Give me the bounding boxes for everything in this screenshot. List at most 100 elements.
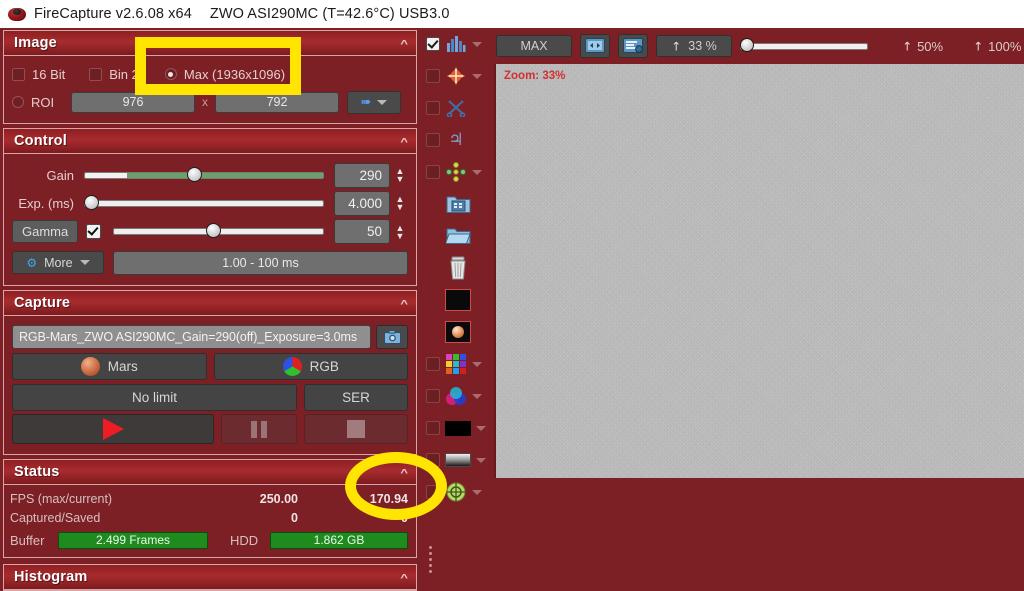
color-palette-icon[interactable] [445,353,467,375]
jupiter-icon[interactable]: ♃ [445,129,467,151]
chevron-up-icon[interactable]: ^ [400,38,408,48]
save-folder-icon[interactable] [445,192,471,216]
chevron-down-icon[interactable] [472,169,482,175]
align-toggle-checkbox[interactable] [426,69,440,83]
exposure-value-input[interactable]: 4.000 [334,190,390,216]
fps-current-value: 170.94 [369,491,408,506]
histogram-icon[interactable] [445,33,467,55]
tool-row-color-palette[interactable] [420,348,488,380]
focus-target-icon[interactable] [445,481,467,503]
exposure-spinner[interactable]: ▲ ▼ [392,191,408,216]
capture-limit-button[interactable]: No limit [12,383,297,411]
chevron-down-icon[interactable] [476,457,486,463]
target-object-button[interactable]: Mars [12,353,207,380]
control-panel-header[interactable]: Control ^ [4,129,416,154]
chevron-down-icon[interactable] [472,361,482,367]
roi-width-input[interactable]: 976 [71,91,195,113]
gradient-toggle-checkbox[interactable] [426,453,440,467]
chevron-up-icon[interactable]: ^ [400,572,408,582]
tool-row-jupiter[interactable]: ♃ [420,124,488,156]
gamma-button[interactable]: Gamma [12,220,79,243]
stop-button[interactable] [304,414,408,444]
chevron-up-icon[interactable]: ^ [400,467,408,477]
panel-resize-grip[interactable] [428,546,432,573]
chevron-down-icon[interactable] [472,393,482,399]
planet-preview-icon[interactable] [445,321,471,343]
tool-row-move[interactable] [420,156,488,188]
checkbox-bin2[interactable] [89,67,103,81]
jupiter-toggle-checkbox[interactable] [426,133,440,147]
scissors-icon[interactable] [445,97,467,119]
radio-max-resolution[interactable] [164,68,177,80]
gamma-slider[interactable] [113,223,324,238]
camera-preview-image[interactable]: Zoom: 33% [494,64,1024,478]
tool-row-planet-preview[interactable] [420,316,488,348]
pause-button[interactable] [221,414,297,444]
more-button[interactable]: ⚙ More [12,251,104,274]
black-level-toggle-checkbox[interactable] [426,421,440,435]
chevron-down-icon[interactable] [472,489,482,495]
buffer-bar: 2.499 Frames [58,531,208,549]
move-toggle-checkbox[interactable] [426,165,440,179]
chevron-up-icon[interactable]: ^ [400,136,408,146]
tool-row-gradient[interactable] [420,444,488,476]
fit-to-screen-icon[interactable] [580,34,610,58]
histogram-toggle-checkbox[interactable] [426,37,440,51]
chevron-down-icon[interactable] [476,425,486,431]
black-frame-icon[interactable] [445,289,471,311]
color-balance-icon[interactable] [445,385,467,407]
tool-row-trash[interactable] [420,252,488,284]
trash-icon[interactable] [445,255,471,281]
histogram-panel-header[interactable]: Histogram ^ [4,565,416,590]
zoom-level-button[interactable]: ↗ 33 % [656,35,732,57]
scissors-toggle-checkbox[interactable] [426,101,440,115]
hdd-bar: 1.862 GB [270,531,408,549]
tool-row-save-folder[interactable] [420,188,488,220]
gamma-checkbox[interactable] [86,224,102,239]
zoom-50-button[interactable]: ↗ 50% [899,37,944,54]
chevron-down-icon[interactable] [472,41,482,47]
gamma-spinner[interactable]: ▲ ▼ [392,219,408,244]
chevron-up-icon[interactable]: ^ [400,298,408,308]
capture-filename-input[interactable]: RGB-Mars_ZWO ASI290MC_Gain=290(off)_Expo… [12,325,371,349]
gain-value-input[interactable]: 290 [334,162,390,188]
chevron-down-icon[interactable] [79,260,90,265]
align-target-icon[interactable] [445,65,467,87]
file-format-button[interactable]: SER [304,383,408,411]
zoom-slider[interactable] [740,38,868,52]
snapshot-button[interactable] [376,325,408,349]
tool-row-open-folder[interactable] [420,220,488,252]
palette-toggle-checkbox[interactable] [426,357,440,371]
record-button[interactable] [12,414,214,444]
tool-row-black-frame[interactable] [420,284,488,316]
color-balance-toggle-checkbox[interactable] [426,389,440,403]
tool-row-align[interactable] [420,60,488,92]
gain-slider[interactable] [84,166,324,182]
screen-settings-icon[interactable] [618,34,648,58]
roi-apply-button[interactable]: ➠ [347,90,401,114]
zoom-100-button[interactable]: ↗ 100% [970,37,1022,54]
checkbox-16bit[interactable] [12,67,25,81]
capture-panel-header[interactable]: Capture ^ [4,291,416,316]
exposure-slider[interactable] [84,194,324,210]
tool-row-black-level[interactable] [420,412,488,444]
chevron-down-icon[interactable] [377,99,388,105]
tool-row-focus-target[interactable] [420,476,488,508]
tool-row-scissors[interactable] [420,92,488,124]
gain-spinner[interactable]: ▲ ▼ [392,163,408,188]
colorspace-button[interactable]: RGB [213,353,408,380]
chevron-down-icon[interactable] [472,73,482,79]
tool-row-histogram[interactable] [420,28,488,60]
tool-row-color-balance[interactable] [420,380,488,412]
gradient-bar-icon[interactable] [445,453,471,467]
status-panel-header[interactable]: Status ^ [4,460,416,485]
radio-roi[interactable] [12,96,24,108]
focus-toggle-checkbox[interactable] [426,485,440,499]
gamma-value-input[interactable]: 50 [334,219,390,244]
black-level-icon[interactable] [445,420,471,436]
max-zoom-button[interactable]: MAX [496,35,572,57]
open-folder-icon[interactable] [445,224,471,248]
image-panel-header[interactable]: Image ^ [4,31,416,56]
roi-height-input[interactable]: 792 [215,91,339,113]
move-arrows-icon[interactable] [445,161,467,183]
